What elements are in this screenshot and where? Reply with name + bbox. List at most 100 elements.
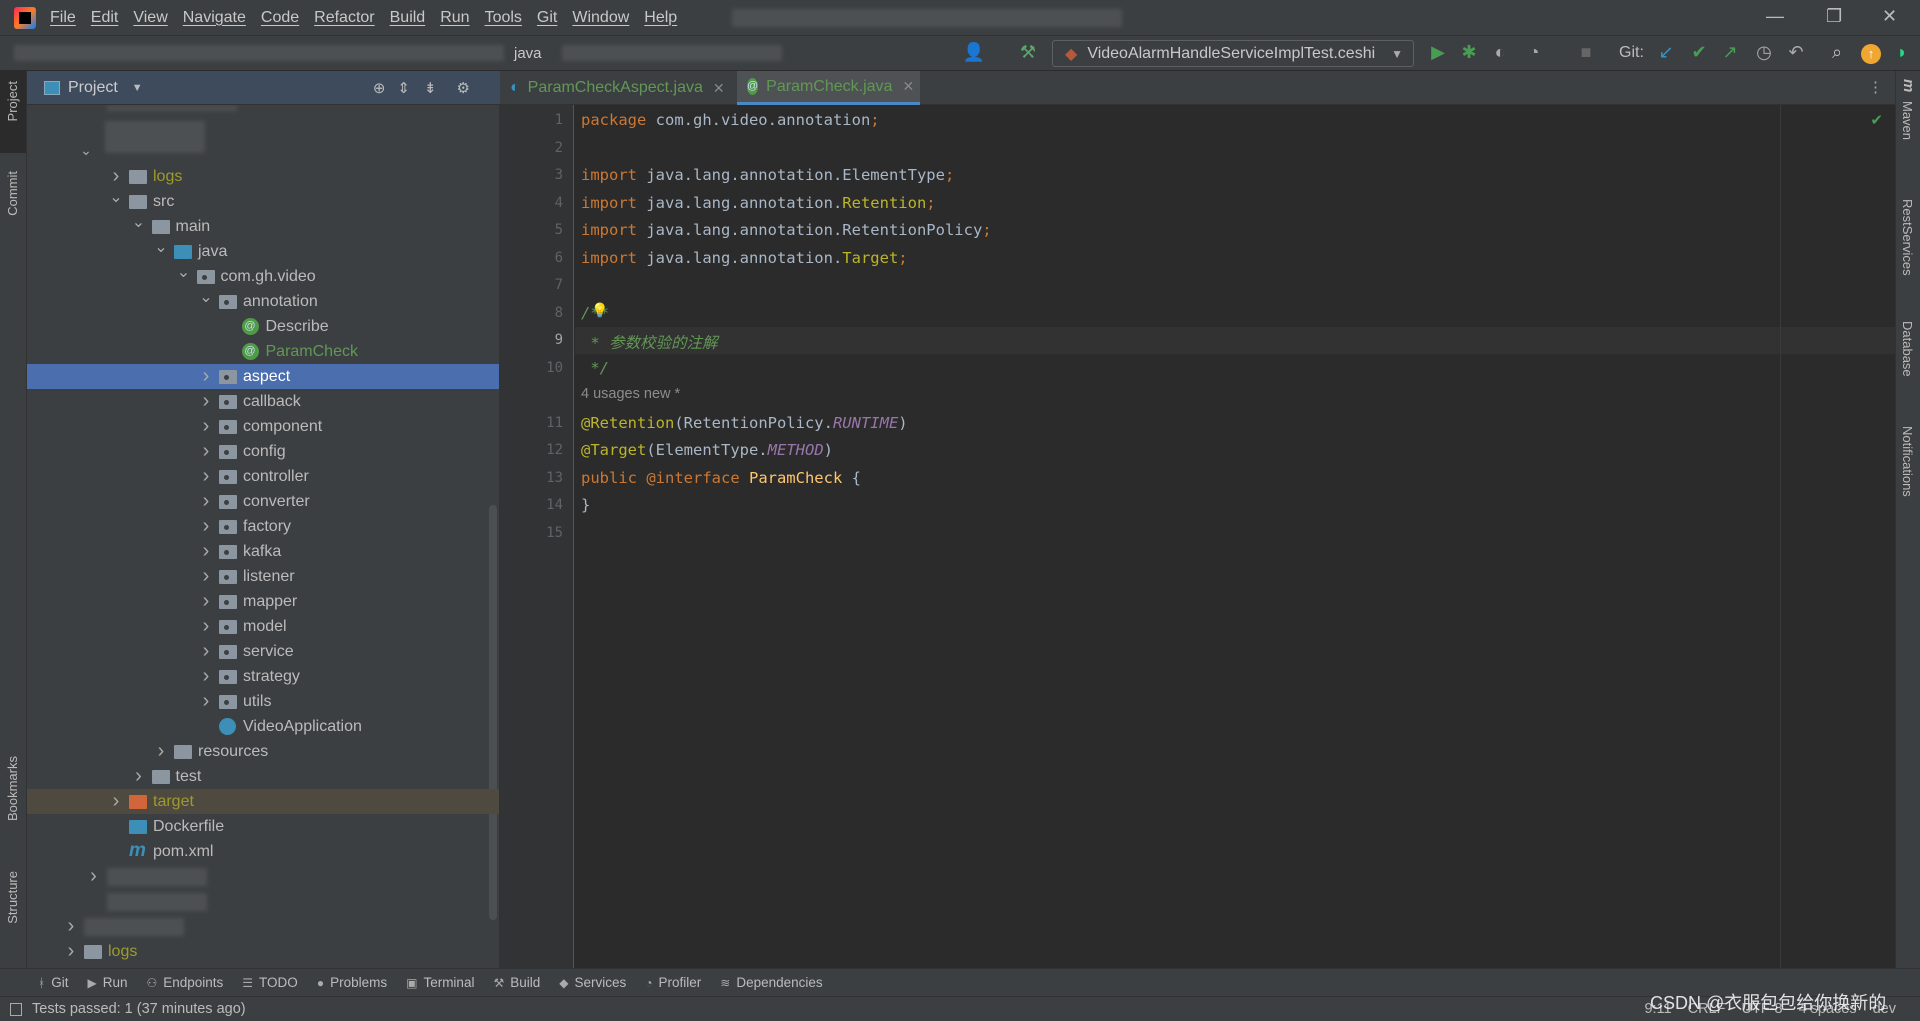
- chevron-down-icon[interactable]: ⌄: [199, 287, 213, 307]
- git-history-icon[interactable]: ◷: [1752, 42, 1776, 63]
- gear-icon[interactable]: ⚙: [457, 79, 470, 97]
- menu-refactor[interactable]: Refactor: [314, 9, 374, 27]
- tree-item[interactable]: ›: [27, 864, 499, 889]
- tool-git[interactable]: ᚼ Git: [38, 975, 68, 990]
- chevron-right-icon[interactable]: ›: [64, 915, 78, 938]
- tree-item[interactable]: [27, 889, 499, 914]
- tree-item[interactable]: › test: [27, 764, 499, 789]
- tree-item[interactable]: › kafka: [27, 539, 499, 564]
- chevron-right-icon[interactable]: ›: [199, 665, 213, 688]
- chevron-right-icon[interactable]: ›: [154, 740, 168, 763]
- status-message[interactable]: Tests passed: 1 (37 minutes ago): [32, 1001, 246, 1017]
- menu-run[interactable]: Run: [440, 9, 469, 27]
- stripe-structure[interactable]: Structure: [5, 871, 20, 924]
- chevron-down-icon[interactable]: ⌄: [154, 237, 168, 257]
- tree-item[interactable]: Dockerfile: [27, 814, 499, 839]
- tree-item[interactable]: › logs: [27, 939, 499, 964]
- stripe-project[interactable]: Project: [5, 81, 20, 121]
- intention-bulb-icon[interactable]: 💡: [591, 302, 608, 319]
- profile-icon[interactable]: ◔: [1522, 42, 1546, 63]
- menu-code[interactable]: Code: [261, 9, 299, 27]
- status-toggle-icon[interactable]: [10, 1002, 22, 1016]
- chevron-right-icon[interactable]: ›: [199, 540, 213, 563]
- tree-item[interactable]: › strategy: [27, 664, 499, 689]
- tool-dependencies[interactable]: ≋ Dependencies: [720, 975, 822, 990]
- user-icon[interactable]: 👤: [962, 42, 986, 63]
- run-icon[interactable]: ▶: [1426, 42, 1450, 63]
- tree-item[interactable]: ⌄ java: [27, 237, 499, 264]
- chevron-down-icon[interactable]: ▼: [132, 82, 143, 94]
- close-window-icon[interactable]: ✕: [1882, 6, 1897, 27]
- restore-icon[interactable]: ❐: [1826, 6, 1842, 27]
- chevron-right-icon[interactable]: ›: [199, 490, 213, 513]
- chevron-right-icon[interactable]: ›: [132, 765, 146, 788]
- tree-item[interactable]: ⌄ main: [27, 212, 499, 239]
- tree-item[interactable]: ⌄ src: [27, 187, 499, 214]
- build-hammer-icon[interactable]: ⚒: [1016, 42, 1040, 63]
- menu-build[interactable]: Build: [390, 9, 426, 27]
- chevron-down-icon[interactable]: ⌄: [132, 212, 146, 232]
- tree-item[interactable]: @ ParamCheck: [27, 339, 499, 364]
- tool-build[interactable]: ⚒ Build: [493, 975, 540, 990]
- stripe-commit[interactable]: Commit: [5, 171, 20, 216]
- tree-item[interactable]: › model: [27, 614, 499, 639]
- chevron-right-icon[interactable]: ›: [199, 390, 213, 413]
- menu-help[interactable]: Help: [644, 9, 677, 27]
- tree-item[interactable]: › utils: [27, 689, 499, 714]
- chevron-right-icon[interactable]: ›: [199, 565, 213, 588]
- chevron-right-icon[interactable]: ›: [199, 615, 213, 638]
- chevron-right-icon[interactable]: ›: [199, 415, 213, 438]
- code-editor[interactable]: ✔ 4 usages new * package com.gh.video.ann…: [575, 105, 1895, 968]
- chevron-right-icon[interactable]: ›: [87, 865, 101, 888]
- tree-item[interactable]: › logs: [27, 164, 499, 189]
- close-tab-icon[interactable]: ✕: [902, 78, 914, 95]
- search-icon[interactable]: ⌕: [1825, 42, 1849, 63]
- tree-item[interactable]: › config: [27, 439, 499, 464]
- stop-icon[interactable]: ■: [1574, 42, 1598, 63]
- menu-navigate[interactable]: Navigate: [183, 9, 246, 27]
- chevron-down-icon[interactable]: ⌄: [109, 187, 123, 207]
- git-commit-icon[interactable]: ✔: [1687, 42, 1711, 63]
- chevron-right-icon[interactable]: ›: [199, 440, 213, 463]
- tab-paramcheck[interactable]: @ ParamCheck.java ✕: [737, 71, 920, 105]
- menu-tools[interactable]: Tools: [485, 9, 522, 27]
- tree-item[interactable]: › controller: [27, 464, 499, 489]
- tree-item[interactable]: m pom.xml: [27, 839, 499, 864]
- tree-item[interactable]: › component: [27, 414, 499, 439]
- git-push-icon[interactable]: ↗: [1718, 42, 1742, 63]
- chevron-right-icon[interactable]: ›: [109, 790, 123, 813]
- close-tab-icon[interactable]: ✕: [713, 80, 725, 97]
- coverage-icon[interactable]: ◐: [1488, 42, 1512, 63]
- menu-edit[interactable]: Edit: [91, 9, 119, 27]
- tree-item[interactable]: › factory: [27, 514, 499, 539]
- project-view-selector[interactable]: Project: [68, 79, 118, 97]
- locate-icon[interactable]: ⊕: [373, 79, 386, 97]
- chevron-right-icon[interactable]: ›: [199, 515, 213, 538]
- chevron-right-icon[interactable]: ›: [199, 590, 213, 613]
- tool-run[interactable]: ▶ Run: [87, 975, 127, 990]
- tree-item[interactable]: › aspect: [27, 364, 499, 389]
- stripe-bookmarks[interactable]: Bookmarks: [5, 756, 20, 821]
- tool-services[interactable]: ◆ Services: [559, 975, 626, 990]
- tree-item[interactable]: › service: [27, 639, 499, 664]
- more-options-icon[interactable]: ⋮: [1868, 78, 1883, 96]
- git-rollback-icon[interactable]: ↶: [1784, 42, 1808, 63]
- tool-problems[interactable]: ● Problems: [317, 975, 387, 990]
- tree-item[interactable]: › mapper: [27, 589, 499, 614]
- minimize-icon[interactable]: —: [1766, 6, 1784, 27]
- tree-item[interactable]: › converter: [27, 489, 499, 514]
- stripe-maven[interactable]: Maven: [1900, 101, 1915, 140]
- tool-endpoints[interactable]: ⚇ Endpoints: [146, 975, 223, 990]
- chevron-right-icon[interactable]: ›: [199, 640, 213, 663]
- tree-item[interactable]: ⌄ com.gh.video: [27, 264, 499, 289]
- chevron-down-icon[interactable]: ⌄: [79, 142, 93, 159]
- tool-terminal[interactable]: ▣ Terminal: [406, 975, 474, 990]
- tree-item[interactable]: › listener: [27, 564, 499, 589]
- expand-all-icon[interactable]: ⇕: [397, 79, 410, 97]
- tree-item[interactable]: › target: [27, 789, 499, 814]
- tree-item[interactable]: › callback: [27, 389, 499, 414]
- chevron-right-icon[interactable]: ›: [64, 940, 78, 963]
- run-configuration-select[interactable]: ◆ VideoAlarmHandleServiceImplTest.ceshi …: [1052, 40, 1414, 67]
- tree-item[interactable]: @ Describe: [27, 314, 499, 339]
- update-icon[interactable]: ↑: [1861, 44, 1881, 64]
